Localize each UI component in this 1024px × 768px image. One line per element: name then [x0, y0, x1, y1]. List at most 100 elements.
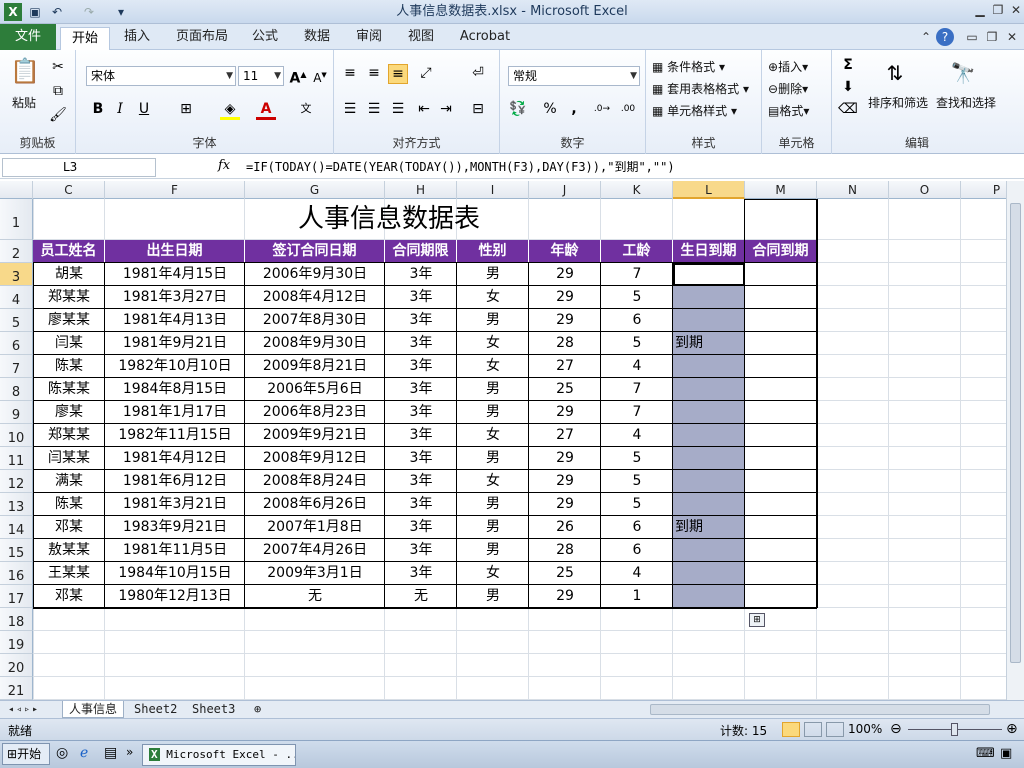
row-header[interactable]: 1 [0, 199, 33, 240]
row-header[interactable]: 3 [0, 263, 33, 286]
table-cell[interactable]: 2006年9月30日 [245, 263, 385, 286]
table-cell[interactable]: 男 [457, 539, 529, 562]
table-cell[interactable] [673, 378, 745, 401]
sheet-title[interactable]: 人事信息数据表 [33, 199, 745, 240]
currency-icon[interactable]: 💱 [508, 100, 528, 120]
zoom-out-icon[interactable]: ⊖ [890, 721, 902, 737]
table-cell[interactable]: 2006年8月23日 [245, 401, 385, 424]
table-cell[interactable]: 5 [601, 470, 673, 493]
fill-icon[interactable]: ⬇ [838, 78, 858, 98]
table-cell[interactable] [745, 286, 817, 309]
table-cell[interactable] [673, 355, 745, 378]
table-cell[interactable] [745, 539, 817, 562]
vertical-scrollbar[interactable] [1006, 181, 1024, 700]
grow-font-icon[interactable]: A▲ [288, 66, 308, 87]
table-cell[interactable]: 邓某 [33, 585, 105, 608]
table-cell[interactable]: 1984年8月15日 [105, 378, 245, 401]
table-header-cell[interactable]: 工龄 [601, 240, 673, 263]
column-header-n[interactable]: N [817, 181, 889, 199]
format-as-table-button[interactable]: ▦ 套用表格格式 ▾ [652, 80, 749, 97]
paste-icon[interactable]: 📋 [10, 56, 40, 86]
table-cell[interactable]: 3年 [385, 539, 457, 562]
table-cell[interactable]: 6 [601, 516, 673, 539]
tab-acrobat[interactable]: Acrobat [454, 24, 516, 50]
table-cell[interactable]: 1981年11月5日 [105, 539, 245, 562]
column-header-g[interactable]: G [245, 181, 385, 199]
table-cell[interactable]: 1981年3月27日 [105, 286, 245, 309]
table-cell[interactable]: 无 [245, 585, 385, 608]
sheet-tab-active[interactable]: 人事信息 [62, 701, 125, 718]
table-cell[interactable]: 7 [601, 378, 673, 401]
undo-icon[interactable]: ↶ [48, 3, 66, 21]
tab-review[interactable]: 审阅 [352, 24, 386, 50]
table-cell[interactable]: 29 [529, 585, 601, 608]
sheet-tab[interactable]: Sheet3 [186, 701, 241, 718]
table-cell[interactable] [745, 309, 817, 332]
increase-indent-icon[interactable]: ⇥ [436, 100, 456, 120]
table-cell[interactable]: 男 [457, 263, 529, 286]
table-cell[interactable]: 到期 [673, 516, 745, 539]
table-cell[interactable]: 27 [529, 355, 601, 378]
autosum-icon[interactable]: Σ [838, 56, 858, 76]
table-cell[interactable]: 2009年9月21日 [245, 424, 385, 447]
sheet-tab[interactable]: Sheet2 [128, 701, 183, 718]
doc-close-icon[interactable]: ✕ [1002, 29, 1022, 45]
table-cell[interactable]: 5 [601, 493, 673, 516]
table-cell[interactable] [745, 401, 817, 424]
table-cell[interactable] [745, 355, 817, 378]
table-cell[interactable]: 29 [529, 309, 601, 332]
table-cell[interactable]: 3年 [385, 286, 457, 309]
table-cell[interactable]: 1981年1月17日 [105, 401, 245, 424]
row-header[interactable]: 18 [0, 608, 33, 631]
tab-formulas[interactable]: 公式 [248, 24, 282, 50]
page-layout-view-icon[interactable] [804, 722, 822, 737]
customize-quick-access-icon[interactable]: ▾ [112, 3, 130, 21]
table-cell[interactable]: 2007年4月26日 [245, 539, 385, 562]
table-cell[interactable]: 3年 [385, 263, 457, 286]
table-cell[interactable]: 女 [457, 562, 529, 585]
table-cell[interactable]: 女 [457, 332, 529, 355]
wrap-text-icon[interactable]: ⏎ [468, 64, 488, 84]
paste-options-icon[interactable]: ⊞ [749, 613, 765, 627]
table-cell[interactable]: 25 [529, 562, 601, 585]
normal-view-icon[interactable] [782, 722, 800, 737]
cut-icon[interactable]: ✂ [48, 58, 68, 78]
select-all-button[interactable] [0, 181, 33, 199]
sheet-nav-arrows-icon[interactable]: ◂◃▹▸ [2, 701, 46, 718]
row-header[interactable]: 8 [0, 378, 33, 401]
number-format-select[interactable]: 常规 ▼ [508, 66, 640, 86]
bold-button[interactable]: B [88, 100, 108, 120]
percent-button[interactable]: % [540, 100, 560, 120]
save-icon[interactable]: ▣ [26, 3, 44, 21]
table-cell[interactable]: 1982年10月10日 [105, 355, 245, 378]
table-cell[interactable] [745, 493, 817, 516]
column-header-m[interactable]: M [745, 181, 817, 199]
table-cell[interactable]: 29 [529, 470, 601, 493]
table-cell[interactable]: 1981年4月13日 [105, 309, 245, 332]
table-cell[interactable] [673, 539, 745, 562]
table-cell[interactable]: 2009年3月1日 [245, 562, 385, 585]
close-icon[interactable]: ✕ [1006, 2, 1024, 18]
table-cell[interactable]: 5 [601, 286, 673, 309]
table-cell[interactable]: 闫某某 [33, 447, 105, 470]
row-header[interactable]: 5 [0, 309, 33, 332]
fill-color-icon[interactable]: ◈ [220, 100, 240, 120]
table-cell[interactable]: 5 [601, 332, 673, 355]
zoom-slider-thumb[interactable] [951, 723, 958, 736]
table-cell[interactable]: 女 [457, 286, 529, 309]
table-cell[interactable] [673, 263, 745, 286]
align-top-icon[interactable]: ≡ [340, 64, 360, 84]
start-button[interactable]: ⊞开始 [2, 743, 50, 765]
table-cell[interactable] [673, 585, 745, 608]
row-header[interactable]: 2 [0, 240, 33, 263]
table-cell[interactable]: 敖某某 [33, 539, 105, 562]
comma-button[interactable]: , [564, 100, 584, 120]
find-select-icon[interactable]: 🔭 [948, 58, 978, 88]
table-header-cell[interactable]: 性别 [457, 240, 529, 263]
table-cell[interactable]: 2007年1月8日 [245, 516, 385, 539]
cell-styles-button[interactable]: ▦ 单元格样式 ▾ [652, 102, 737, 119]
table-cell[interactable]: 女 [457, 355, 529, 378]
shrink-font-icon[interactable]: A▼ [310, 66, 330, 86]
orientation-icon[interactable]: ⤢ [416, 64, 436, 84]
table-cell[interactable]: 3年 [385, 309, 457, 332]
